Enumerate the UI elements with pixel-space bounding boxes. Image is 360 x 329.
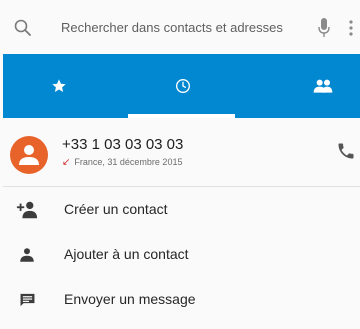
person-icon <box>19 145 39 165</box>
person-add-icon <box>16 201 38 219</box>
tab-bar <box>3 54 360 118</box>
call-log-entry[interactable]: +33 1 03 03 03 03 ↙ France, 31 décembre 2… <box>0 124 360 180</box>
call-date: France, 31 décembre 2015 <box>74 157 183 167</box>
active-tab-indicator <box>128 114 235 118</box>
clock-icon <box>176 79 190 93</box>
missed-call-icon: ↙ <box>62 157 71 168</box>
search-input[interactable]: Rechercher dans contacts et adresses <box>61 20 283 35</box>
more-vert-icon[interactable] <box>348 18 354 38</box>
person-icon <box>20 248 34 262</box>
search-bar[interactable]: Rechercher dans contacts et adresses <box>3 4 357 54</box>
call-details: ↙ France, 31 décembre 2015 <box>62 157 182 168</box>
add-to-contact-action[interactable]: Ajouter à un contact <box>0 233 360 277</box>
mic-icon[interactable] <box>317 17 331 39</box>
create-contact-action[interactable]: Créer un contact <box>0 188 360 232</box>
search-icon[interactable] <box>13 18 33 38</box>
action-label: Ajouter à un contact <box>64 246 189 262</box>
divider <box>3 186 360 187</box>
avatar <box>10 136 48 174</box>
message-icon <box>20 293 35 307</box>
star-icon <box>52 79 66 92</box>
phone-icon[interactable] <box>336 141 356 161</box>
tab-favorites[interactable] <box>3 54 122 118</box>
people-icon <box>313 79 333 93</box>
action-label: Envoyer un message <box>64 291 196 307</box>
send-message-action[interactable]: Envoyer un message <box>0 278 360 322</box>
action-label: Créer un contact <box>64 201 168 217</box>
tab-recents[interactable] <box>122 54 241 118</box>
tab-contacts[interactable] <box>241 54 360 118</box>
phone-number: +33 1 03 03 03 03 <box>62 136 184 153</box>
